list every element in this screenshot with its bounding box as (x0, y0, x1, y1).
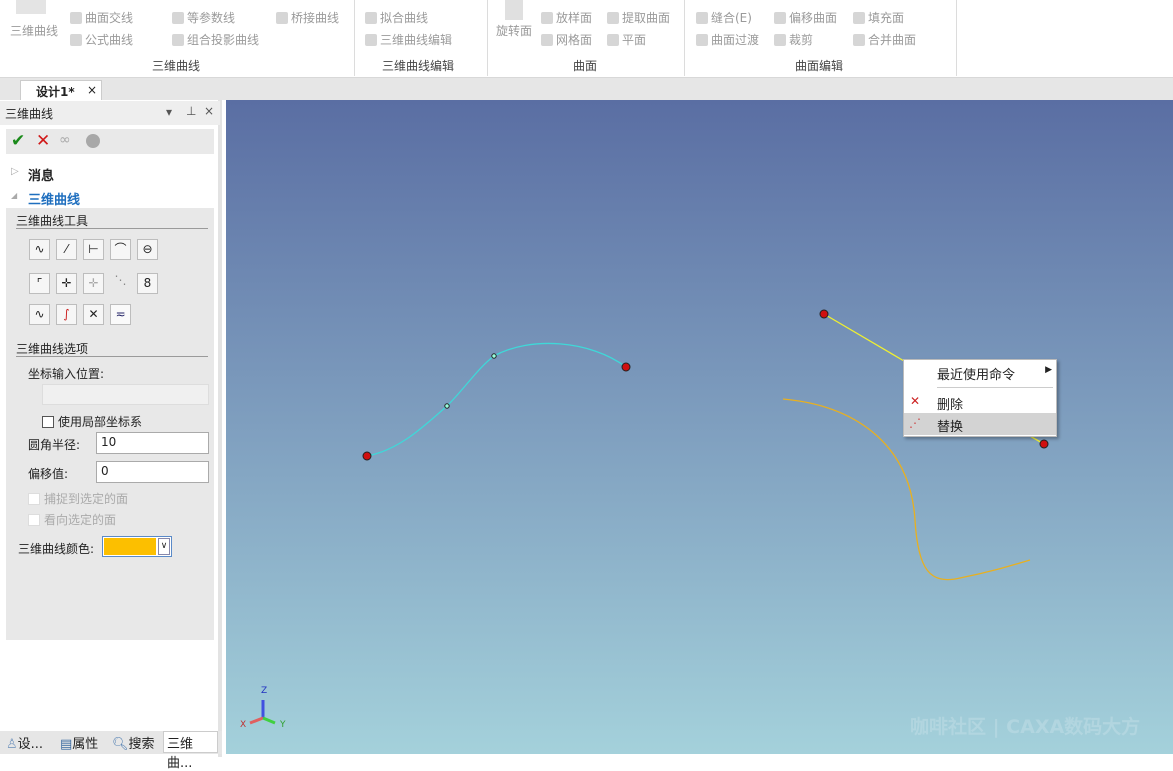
submenu-arrow-icon: ▶ (1045, 365, 1052, 375)
divider (937, 387, 1053, 388)
endpoint-marker (819, 309, 829, 319)
endpoint-marker (621, 362, 631, 372)
menu-item-replace[interactable]: ⋰ 替换 (904, 413, 1056, 435)
replace-curve-icon: ⋰ (909, 416, 921, 430)
axis-x-label: X (240, 720, 247, 730)
watermark: 咖啡社区 | CAXA数码大方 (910, 716, 1141, 738)
axis-triad-icon (249, 700, 276, 725)
delete-curve-icon: ✕ (910, 394, 921, 408)
axis-z-label: Z (261, 686, 268, 696)
control-point (444, 403, 450, 409)
endpoint-marker (362, 451, 372, 461)
menu-item-recent-commands[interactable]: 最近使用命令 ▶ (904, 361, 1056, 383)
spline-curve-cyan (366, 342, 627, 457)
control-point (491, 353, 497, 359)
endpoint-marker (1039, 439, 1049, 449)
menu-item-delete[interactable]: ✕ 删除 (904, 391, 1056, 413)
context-menu: 最近使用命令 ▶ ✕ 删除 ⋰ 替换 (903, 359, 1057, 437)
axis-y-label: Y (280, 720, 286, 730)
line-yellow (823, 313, 905, 362)
